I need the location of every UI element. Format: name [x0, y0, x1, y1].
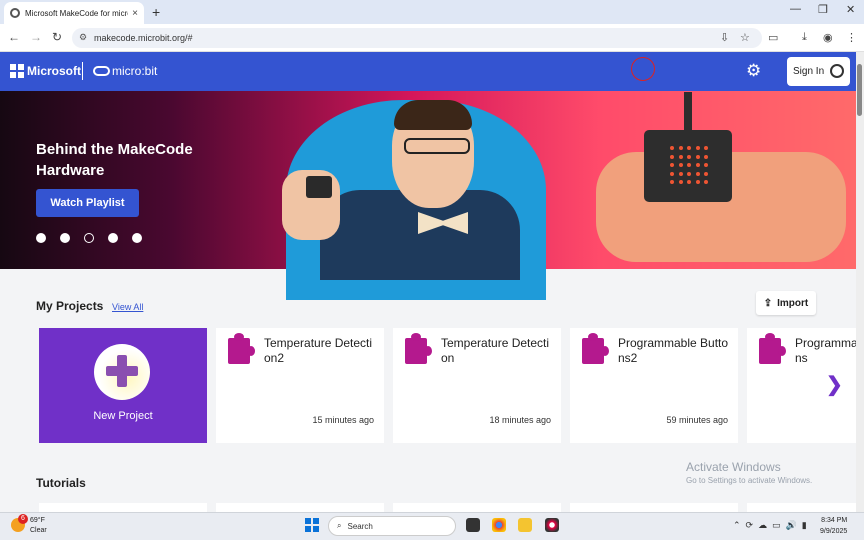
browser-tab[interactable]: Microsoft MakeCode for micro:bit × — [4, 2, 144, 24]
task-view-icon[interactable] — [466, 518, 480, 532]
sign-in-button[interactable]: Sign In — [787, 57, 850, 86]
microsoft-logo-icon[interactable] — [10, 64, 24, 78]
carousel-dot-2[interactable] — [60, 233, 70, 243]
carousel-dot-4[interactable] — [108, 233, 118, 243]
puzzle-icon — [228, 333, 255, 364]
downloads-icon[interactable]: ⤓ — [802, 31, 807, 44]
presenter-hair — [394, 100, 472, 130]
clock-time: 8:34 PM — [821, 517, 848, 524]
user-avatar-icon — [830, 64, 844, 78]
file-explorer-icon[interactable] — [518, 518, 532, 532]
presenter-glasses — [404, 138, 470, 154]
project-name: Programmable Buttons — [795, 336, 856, 365]
project-name: Temperature Detection — [441, 336, 550, 365]
reload-icon[interactable]: ↻ — [52, 30, 62, 44]
project-name: Programmable Buttons2 — [618, 336, 729, 365]
watch-playlist-button[interactable]: Watch Playlist — [36, 189, 139, 217]
settings-gear-icon[interactable]: ⚙ — [746, 61, 761, 81]
view-all-link[interactable]: View All — [112, 302, 143, 312]
tab-title: Microsoft MakeCode for micro:bit — [25, 8, 128, 18]
chrome-icon[interactable] — [492, 518, 506, 532]
project-card[interactable]: Temperature Detection 18 minutes ago — [393, 328, 561, 443]
restore-icon[interactable]: ❐ — [818, 3, 828, 16]
app-icon[interactable] — [545, 518, 559, 532]
bookmark-star-icon[interactable]: ☆ — [740, 31, 750, 44]
system-tray-icons[interactable]: ⌃ ⟳ ☁ ▭ 🔊 ▮ — [733, 520, 807, 531]
carousel-dot-3[interactable] — [84, 233, 94, 243]
weather-temp: 69°F — [30, 517, 45, 524]
site-settings-icon[interactable]: ⚙ — [79, 32, 87, 43]
project-time: 18 minutes ago — [489, 415, 551, 425]
usb-cable — [684, 92, 692, 132]
activate-windows-subtext: Go to Settings to activate Windows. — [686, 476, 813, 485]
clock-date: 9/9/2025 — [820, 528, 848, 535]
url-field[interactable]: ⚙ makecode.microbit.org/# — [72, 28, 762, 48]
taskbar-clock[interactable]: 8:34 PM 9/9/2025 — [820, 515, 847, 537]
microbit-brand[interactable]: micro:bit — [112, 64, 157, 78]
tutorials-heading: Tutorials — [36, 476, 86, 490]
puzzle-icon — [405, 333, 432, 364]
install-app-icon[interactable]: ⇩ — [720, 31, 729, 44]
project-name: Temperature Detection2 — [264, 336, 373, 365]
import-label: Import — [777, 297, 809, 309]
led-matrix — [670, 146, 710, 186]
minimize-icon[interactable]: — — [790, 3, 801, 15]
taskbar-search[interactable]: ⌕ Search — [328, 516, 456, 536]
cast-icon[interactable]: ▭ — [768, 31, 778, 44]
url-text: makecode.microbit.org/# — [94, 33, 193, 43]
microbit-logo-icon[interactable] — [93, 66, 110, 76]
carousel-dot-1[interactable] — [36, 233, 46, 243]
carousel-dot-5[interactable] — [132, 233, 142, 243]
search-label: Search — [347, 521, 373, 531]
search-icon: ⌕ — [337, 521, 342, 530]
menu-icon[interactable]: ⋮ — [846, 31, 857, 44]
project-card[interactable]: Temperature Detection2 15 minutes ago — [216, 328, 384, 443]
project-time: 15 minutes ago — [312, 415, 374, 425]
weather-condition: Clear — [30, 527, 47, 534]
scrollbar-thumb[interactable] — [857, 64, 862, 116]
activate-windows-watermark: Activate Windows — [686, 460, 781, 474]
forward-icon[interactable]: → — [30, 30, 42, 44]
my-projects-heading: My Projects — [36, 299, 104, 313]
close-tab-icon[interactable]: × — [132, 8, 138, 19]
new-project-label: New Project — [93, 410, 153, 422]
hero-title: Behind the MakeCode Hardware — [36, 141, 193, 179]
scroll-right-chevron-icon[interactable]: ❯ — [826, 372, 843, 397]
project-time: 59 minutes ago — [666, 415, 728, 425]
small-microbit-board — [306, 176, 332, 198]
puzzle-icon — [759, 333, 786, 364]
page-scrollbar[interactable] — [856, 52, 864, 512]
profile-icon[interactable]: ◉ — [823, 31, 833, 44]
windows-start-icon[interactable] — [305, 518, 319, 532]
import-button[interactable]: ⇪ Import — [756, 291, 816, 315]
microsoft-brand[interactable]: Microsoft — [27, 64, 81, 78]
puzzle-icon — [582, 333, 609, 364]
weather-badge: 6 — [18, 514, 28, 524]
project-card[interactable]: Programmable Buttons2 59 minutes ago — [570, 328, 738, 443]
new-tab-button[interactable]: + — [152, 4, 160, 20]
cursor-highlight-ring — [631, 57, 655, 81]
sign-in-label: Sign In — [793, 66, 825, 77]
close-window-icon[interactable]: ✕ — [846, 3, 855, 16]
upload-icon: ⇪ — [763, 297, 773, 309]
brand-divider — [82, 62, 83, 80]
tab-favicon-icon — [10, 8, 20, 18]
plus-horizontal-bar — [106, 366, 138, 376]
weather-widget[interactable]: 69°F Clear — [30, 516, 47, 536]
back-icon[interactable]: ← — [8, 30, 20, 44]
